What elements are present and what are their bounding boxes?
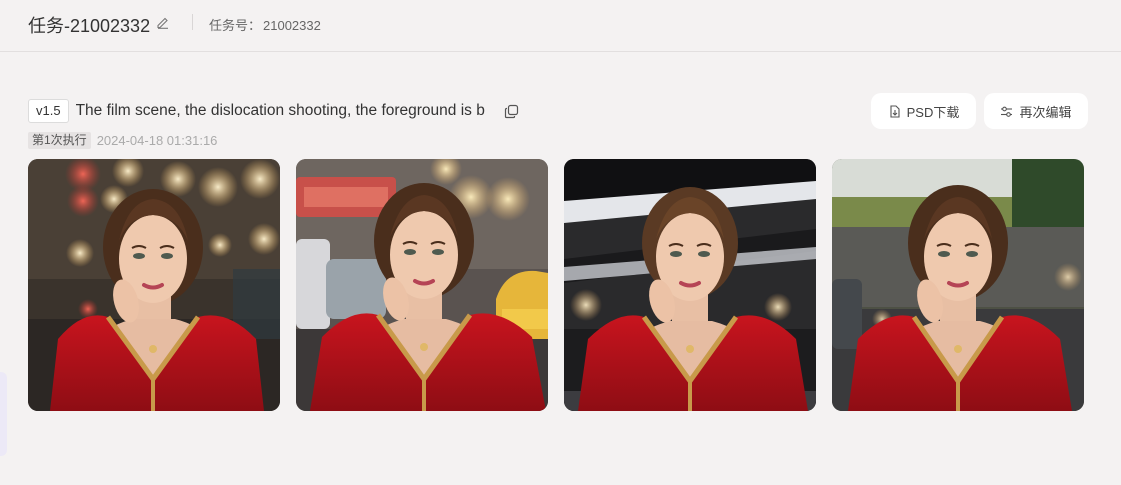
psd-download-button[interactable]: PSD下载 <box>871 93 976 129</box>
version-badge: v1.5 <box>28 99 69 123</box>
task-title: 任务-21002332 <box>28 16 151 36</box>
page-header: 任务-21002332 任务号： 21002332 <box>0 0 1121 52</box>
copy-icon[interactable] <box>504 104 519 119</box>
task-number-value: 21002332 <box>263 18 321 33</box>
edit-icon[interactable] <box>156 15 170 29</box>
generated-image-3[interactable] <box>564 159 816 411</box>
execution-info: 第1次执行 2024-04-18 01:31:16 <box>28 131 217 149</box>
sliders-icon <box>1001 106 1013 117</box>
prompt-text: The film scene, the dislocation shooting… <box>75 102 485 119</box>
portrait-image <box>28 159 280 411</box>
task-number: 任务号： 21002332 <box>209 15 321 34</box>
generated-image-2[interactable] <box>296 159 548 411</box>
generated-image-1[interactable] <box>28 159 280 411</box>
re-edit-button[interactable]: 再次编辑 <box>984 93 1088 129</box>
portrait-image <box>296 159 548 411</box>
re-edit-label: 再次编辑 <box>1019 104 1072 120</box>
generated-image-4[interactable] <box>832 159 1084 411</box>
task-number-label: 任务号： <box>209 18 262 33</box>
portrait-image <box>832 159 1084 411</box>
side-panel-tab[interactable] <box>0 372 7 456</box>
psd-download-label: PSD下载 <box>906 104 960 120</box>
execution-timestamp: 2024-04-18 01:31:16 <box>96 132 218 148</box>
header-divider <box>192 14 193 30</box>
portrait-image <box>564 159 816 411</box>
execution-badge: 第1次执行 <box>28 131 91 149</box>
download-icon <box>890 104 900 118</box>
prompt-row: v1.5 The film scene, the dislocation sho… <box>28 98 519 124</box>
